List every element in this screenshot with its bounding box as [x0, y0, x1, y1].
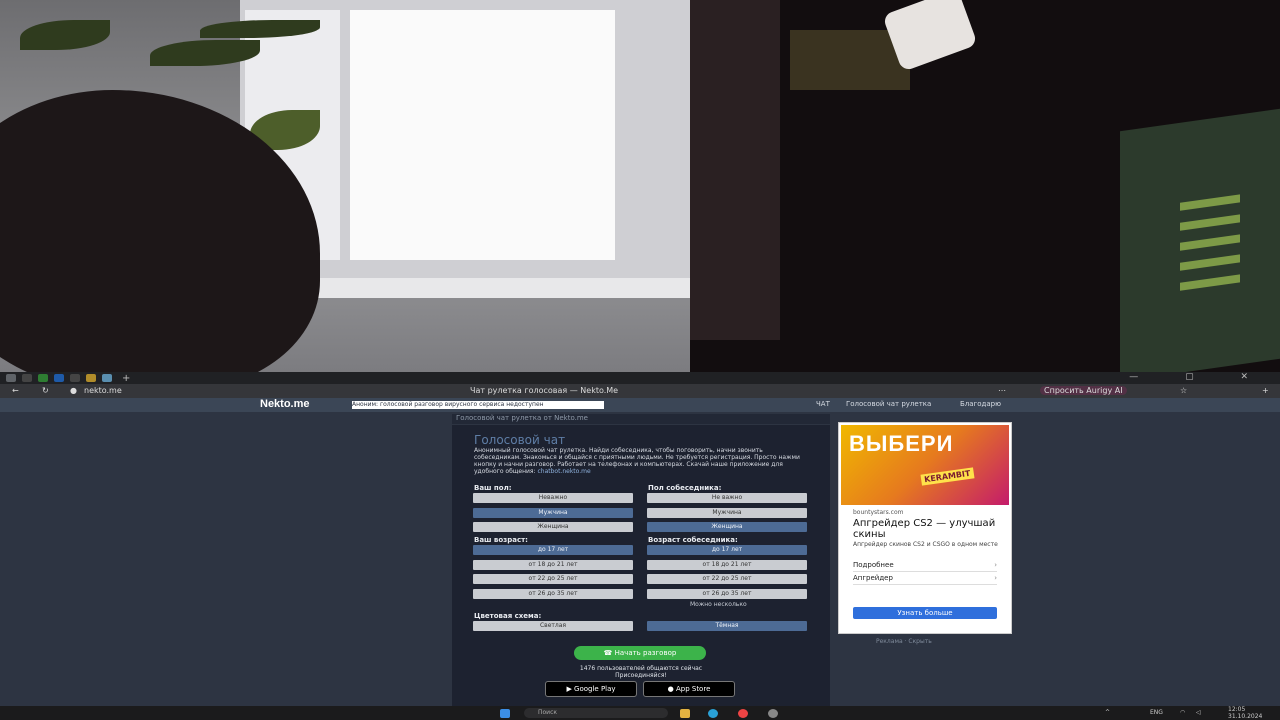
background-monitor — [1120, 108, 1280, 372]
more-icon[interactable]: ⋯ — [998, 386, 1006, 395]
lock-icon: ● — [70, 386, 77, 395]
ad-link[interactable]: Апгрейдер — [853, 574, 997, 585]
google-play-label: Google Play — [574, 685, 616, 693]
your-gender-any-option[interactable]: Неважно — [473, 493, 633, 503]
nav-item-voice-chat[interactable]: Голосовой чат рулетка — [846, 400, 931, 408]
partner-age-option[interactable]: от 22 до 25 лет — [647, 574, 807, 584]
tab-icon[interactable] — [22, 374, 32, 382]
ad-image[interactable]: ВЫБЕРИ KERAMBIT — [841, 425, 1009, 505]
partner-gender-male-option[interactable]: Мужчина — [647, 508, 807, 518]
ad-image-headline: ВЫБЕРИ — [849, 431, 954, 456]
site-header: Nekto.me Аноним: голосовой разговор виру… — [0, 398, 1280, 412]
site-logo[interactable]: Nekto.me — [260, 398, 310, 410]
edge-icon[interactable] — [708, 709, 718, 718]
nav-item-chat[interactable]: ЧАТ — [816, 400, 830, 408]
app-store-label: App Store — [675, 685, 711, 693]
ad-footer[interactable]: Реклама · Скрыть — [876, 638, 932, 645]
partner-gender-label: Пол собеседника: — [648, 484, 722, 492]
google-play-button[interactable]: ▶ Google Play — [545, 681, 637, 697]
door-post — [690, 0, 780, 340]
theme-label: Цветовая схема: — [474, 612, 542, 620]
bookmark-icon[interactable]: ☆ — [1180, 386, 1187, 395]
description-text: Анонимный голосовой чат рулетка. Найди с… — [474, 447, 800, 475]
voice-chat-panel: Голосовой чат Анонимный голосовой чат ру… — [452, 425, 830, 706]
online-subtext: Присоединяйся! — [615, 672, 667, 679]
advertisement[interactable]: ВЫБЕРИ KERAMBIT bountystars.com Апгрейде… — [838, 422, 1012, 634]
ad-domain: bountystars.com — [853, 509, 904, 516]
ad-cta-button[interactable]: Узнать больше — [853, 607, 997, 619]
apple-icon: ● — [667, 685, 676, 693]
multi-select-note: Можно несколько — [690, 601, 747, 608]
ai-assistant-button[interactable]: Спросить Aurigy AI — [1040, 386, 1127, 395]
partner-age-option[interactable]: от 18 до 21 лет — [647, 560, 807, 570]
tray-chevron-icon[interactable]: ^ — [1105, 709, 1110, 716]
back-icon[interactable]: ← — [12, 386, 19, 395]
tab-icon[interactable] — [70, 374, 80, 382]
wifi-icon[interactable]: ◠ — [1180, 709, 1185, 716]
web-page: Nekto.me Аноним: голосовой разговор виру… — [0, 398, 1280, 706]
browser-tab-bar: + — ▢ ✕ — [0, 372, 1280, 384]
start-conversation-button[interactable]: ☎ Начать разговор — [574, 646, 706, 660]
browser-icon[interactable] — [738, 709, 748, 718]
site-notice: Аноним: голосовой разговор вирусного сер… — [352, 401, 604, 409]
your-gender-female-option[interactable]: Женщина — [473, 522, 633, 532]
your-age-option[interactable]: от 26 до 35 лет — [473, 589, 633, 599]
page-tab-title: Чат рулетка голосовая — Nekto.Me — [470, 386, 619, 395]
partner-age-option[interactable]: до 17 лет — [647, 545, 807, 555]
your-age-label: Ваш возраст: — [474, 536, 528, 544]
tab-icon[interactable] — [86, 374, 96, 382]
start-menu-icon[interactable] — [500, 709, 510, 718]
your-age-option[interactable]: до 17 лет — [473, 545, 633, 555]
page-description: Анонимный голосовой чат рулетка. Найди с… — [474, 447, 804, 475]
new-tab-icon[interactable]: + — [122, 373, 130, 384]
online-count: 1476 пользователей общаются сейчас — [579, 665, 703, 672]
theme-light-option[interactable]: Светлая — [473, 621, 633, 631]
browser-address-bar: ← ↻ ● nekto.me Чат рулетка голосовая — N… — [0, 384, 1280, 398]
ad-link[interactable]: Подробнее — [853, 561, 997, 572]
partner-gender-any-option[interactable]: Не важно — [647, 493, 807, 503]
volume-icon[interactable]: ◁ — [1196, 709, 1201, 716]
nav-item-thanks[interactable]: Благодарю — [960, 400, 1001, 408]
description-link[interactable]: chatbot.nekto.me — [537, 468, 590, 475]
tab-active[interactable] — [102, 374, 112, 382]
ad-title[interactable]: Апгрейдер CS2 — улучшай скины — [853, 518, 1003, 540]
app-store-button[interactable]: ● App Store — [643, 681, 735, 697]
browser-menu-icon[interactable] — [6, 374, 16, 382]
search-placeholder: Поиск — [538, 709, 558, 716]
os-taskbar: Поиск ^ ENG ◠ ◁ 12:05 31.10.2024 — [0, 706, 1280, 720]
language-indicator[interactable]: ENG — [1150, 709, 1163, 716]
webcam-video — [0, 0, 1280, 372]
partner-age-label: Возраст собеседника: — [648, 536, 738, 544]
your-age-option[interactable]: от 18 до 21 лет — [473, 560, 633, 570]
start-button-label: Начать разговор — [614, 649, 677, 657]
ad-subtitle: Апгрейдер скинов CS2 и CSGO в одном мест… — [853, 541, 998, 548]
clock-date[interactable]: 31.10.2024 — [1228, 713, 1262, 720]
taskbar-search-input[interactable]: Поиск — [524, 708, 668, 718]
partner-gender-female-option[interactable]: Женщина — [647, 522, 807, 532]
your-age-option[interactable]: от 22 до 25 лет — [473, 574, 633, 584]
window-pane-right — [350, 10, 615, 260]
tab-icon[interactable] — [38, 374, 48, 382]
your-gender-male-option[interactable]: Мужчина — [473, 508, 633, 518]
url-field[interactable]: nekto.me — [84, 386, 122, 395]
file-explorer-icon[interactable] — [680, 709, 690, 718]
your-gender-label: Ваш пол: — [474, 484, 512, 492]
theme-dark-option[interactable]: Тёмная — [647, 621, 807, 631]
window-controls[interactable]: — ▢ ✕ — [1129, 372, 1270, 382]
phone-icon: ☎ — [603, 649, 615, 657]
partner-age-option[interactable]: от 26 до 35 лет — [647, 589, 807, 599]
tab-icon[interactable] — [54, 374, 64, 382]
settings-icon[interactable] — [768, 709, 778, 718]
page-title: Голосовой чат — [474, 433, 566, 447]
reload-icon[interactable]: ↻ — [42, 386, 49, 395]
breadcrumb: Голосовой чат рулетка от Nekto.me — [452, 414, 830, 424]
play-icon: ▶ — [566, 685, 575, 693]
add-icon[interactable]: + — [1262, 386, 1269, 395]
ad-image-tag: KERAMBIT — [920, 467, 975, 486]
clock-time[interactable]: 12:05 — [1228, 706, 1245, 713]
